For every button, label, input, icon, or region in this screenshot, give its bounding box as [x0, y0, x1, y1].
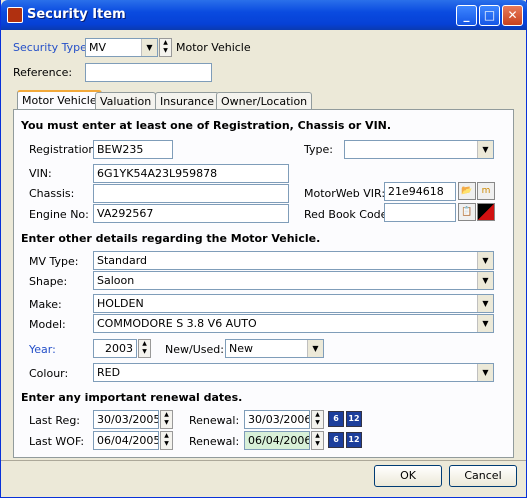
tab-motor-vehicle[interactable]: Motor Vehicle: [17, 90, 102, 110]
renewal1-label: Renewal:: [189, 414, 240, 427]
chassis-field[interactable]: [93, 184, 289, 203]
redbook-field[interactable]: [384, 203, 456, 222]
mvtype-combo[interactable]: Standard ▼: [93, 251, 494, 270]
registration-label: Registration:: [29, 143, 100, 156]
chassis-label: Chassis:: [29, 187, 75, 200]
security-type-spinner[interactable]: ▲ ▼: [159, 38, 172, 57]
lastwof-spinner[interactable]: ▲ ▼: [160, 431, 173, 450]
mvtype-label: MV Type:: [29, 255, 79, 268]
shape-value: Saloon: [97, 274, 135, 287]
year-field[interactable]: 2003: [93, 339, 137, 358]
shape-label: Shape:: [29, 275, 68, 288]
newused-combo[interactable]: New ▼: [225, 339, 324, 358]
renewal2-label: Renewal:: [189, 435, 240, 448]
reference-field[interactable]: [85, 63, 212, 82]
colour-label: Colour:: [29, 367, 69, 380]
chevron-down-icon[interactable]: ▼: [477, 252, 493, 269]
chevron-down-icon[interactable]: ▼: [477, 141, 493, 158]
security-type-value: MV: [89, 41, 107, 54]
add-6-months-button[interactable]: 6: [328, 432, 344, 448]
make-label: Make:: [29, 298, 62, 311]
add-12-months-button[interactable]: 12: [346, 432, 362, 448]
tab-valuation[interactable]: Valuation: [95, 92, 157, 110]
close-button[interactable]: ✕: [502, 5, 523, 26]
year-label: Year:: [29, 343, 56, 356]
footer-divider: [1, 460, 526, 461]
lastreg-spinner[interactable]: ▲ ▼: [160, 410, 173, 429]
add-12-months-button[interactable]: 12: [346, 411, 362, 427]
renewal1-field[interactable]: 30/03/2006: [244, 410, 310, 429]
engine-field[interactable]: VA292567: [93, 204, 289, 223]
type-combo[interactable]: ▼: [344, 140, 494, 159]
lastwof-label: Last WOF:: [29, 435, 85, 448]
model-combo[interactable]: COMMODORE S 3.8 V6 AUTO ▼: [93, 314, 494, 333]
renewal2-spinner[interactable]: ▲ ▼: [311, 431, 324, 450]
chevron-down-icon[interactable]: ▼: [477, 295, 493, 312]
motorweb-icon[interactable]: m: [477, 182, 495, 200]
tab-insurance[interactable]: Insurance: [155, 92, 219, 110]
engine-label: Engine No:: [29, 208, 89, 221]
maximize-button[interactable]: □: [479, 5, 500, 26]
chevron-down-icon[interactable]: ▼: [307, 340, 323, 357]
vin-field[interactable]: 6G1YK54A23L959878: [93, 164, 289, 183]
newused-value: New: [229, 342, 253, 355]
chevron-down-icon[interactable]: ▼: [477, 315, 493, 332]
chevron-down-icon[interactable]: ▼: [477, 272, 493, 289]
lastreg-label: Last Reg:: [29, 414, 81, 427]
type-label: Type:: [304, 143, 333, 156]
model-value: COMMODORE S 3.8 V6 AUTO: [97, 317, 257, 330]
cancel-button[interactable]: Cancel: [449, 465, 517, 487]
folder-search-icon[interactable]: 📂: [458, 182, 476, 200]
motorweb-label: MotorWeb VIR:: [304, 187, 386, 200]
reference-label: Reference:: [13, 66, 73, 79]
vin-label: VIN:: [29, 167, 52, 180]
heading-renewal: Enter any important renewal dates.: [21, 391, 243, 404]
redbook-label: Red Book Code:: [304, 208, 392, 221]
colour-combo[interactable]: RED ▼: [93, 363, 494, 382]
chevron-down-icon[interactable]: ▼: [477, 364, 493, 381]
security-type-desc: Motor Vehicle: [176, 41, 251, 54]
model-label: Model:: [29, 318, 66, 331]
newused-label: New/Used:: [165, 343, 224, 356]
renewal1-spinner[interactable]: ▲ ▼: [311, 410, 324, 429]
security-type-label: Security Type:: [13, 41, 91, 54]
ok-button[interactable]: OK: [374, 465, 442, 487]
redbook-icon[interactable]: [477, 203, 495, 221]
title-bar[interactable]: Security Item _ □ ✕: [1, 0, 527, 30]
lastwof-field[interactable]: 06/04/2005: [93, 431, 159, 450]
heading-registration: You must enter at least one of Registrat…: [21, 119, 392, 132]
clipboard-icon[interactable]: 📋: [458, 203, 476, 221]
tab-owner-location[interactable]: Owner/Location: [216, 92, 313, 110]
security-item-window: Security Item _ □ ✕ Security Type: MV ▼ …: [0, 0, 527, 498]
chevron-down-icon[interactable]: ▼: [141, 39, 157, 56]
colour-value: RED: [97, 366, 121, 379]
security-type-combo[interactable]: MV ▼: [85, 38, 158, 57]
shape-combo[interactable]: Saloon ▼: [93, 271, 494, 290]
app-icon: [7, 7, 23, 23]
add-6-months-button[interactable]: 6: [328, 411, 344, 427]
mvtype-value: Standard: [97, 254, 148, 267]
registration-field[interactable]: BEW235: [93, 140, 173, 159]
heading-details: Enter other details regarding the Motor …: [21, 232, 321, 245]
make-combo[interactable]: HOLDEN ▼: [93, 294, 494, 313]
motorweb-field[interactable]: 21e94618: [384, 182, 456, 201]
minimize-button[interactable]: _: [456, 5, 477, 26]
make-value: HOLDEN: [97, 297, 144, 310]
lastreg-field[interactable]: 30/03/2005: [93, 410, 159, 429]
window-title: Security Item: [27, 7, 126, 22]
renewal2-field[interactable]: 06/04/2006: [244, 431, 310, 450]
year-spinner[interactable]: ▲ ▼: [138, 339, 151, 358]
